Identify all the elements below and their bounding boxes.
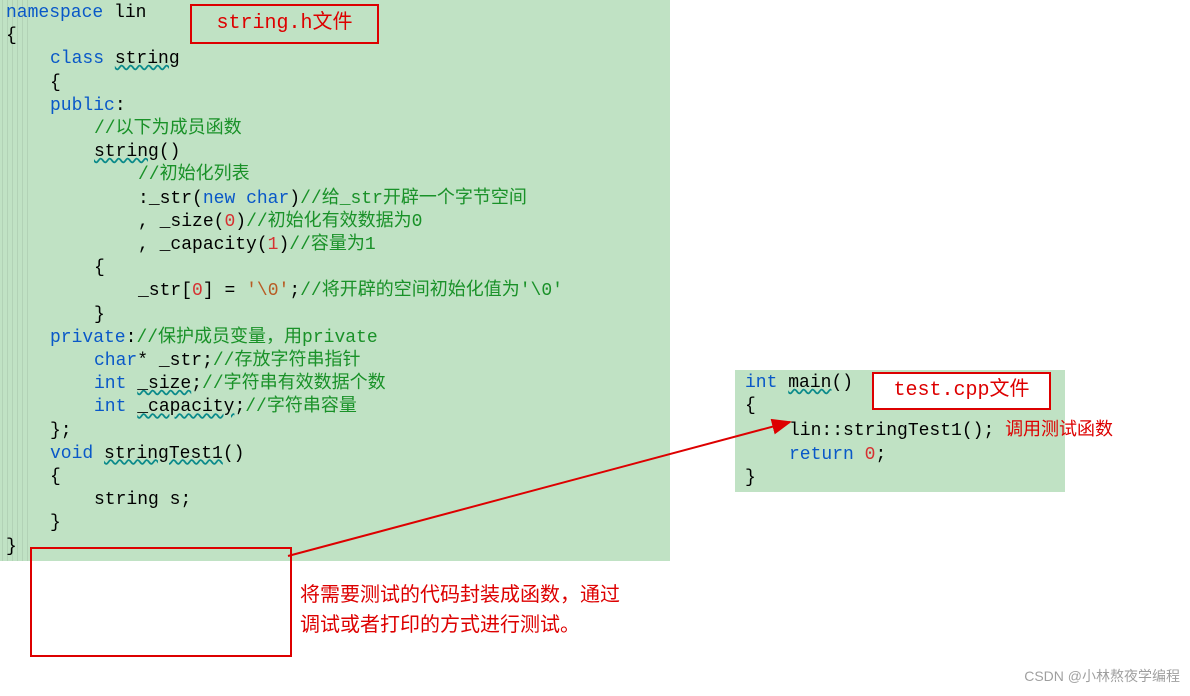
code-line: string s;	[6, 489, 664, 512]
code-line: }	[6, 536, 664, 559]
code-line: public:	[6, 95, 664, 118]
code-line: return 0;	[745, 444, 1059, 467]
code-line: }	[745, 467, 1059, 490]
inline-annotation: 调用测试函数	[1005, 419, 1113, 440]
code-line: lin::stringTest1(); 调用测试函数	[745, 418, 1059, 443]
code-line: }	[6, 304, 664, 327]
code-line: int _capacity;//字符串容量	[6, 396, 664, 419]
label-test-cpp: test.cpp文件	[872, 372, 1051, 410]
code-line: string()	[6, 141, 664, 164]
code-line: //初始化列表	[6, 164, 664, 187]
code-line: int _size;//字符串有效数据个数	[6, 373, 664, 396]
label-string-h: string.h文件	[190, 4, 379, 44]
code-line: {	[6, 257, 664, 280]
code-line: {	[6, 72, 664, 95]
highlight-stringtest1	[30, 547, 292, 657]
code-line: , _size(0)//初始化有效数据为0	[6, 211, 664, 234]
code-line: void stringTest1()	[6, 443, 664, 466]
watermark: CSDN @小林熬夜学编程	[1024, 665, 1180, 688]
code-line: //以下为成员函数	[6, 118, 664, 141]
code-line: };	[6, 420, 664, 443]
code-line: , _capacity(1)//容量为1	[6, 234, 664, 257]
code-line: }	[6, 512, 664, 535]
annotation-note-1: 将需要测试的代码封装成函数，通过	[300, 582, 620, 612]
code-line: {	[6, 466, 664, 489]
code-line: char* _str;//存放字符串指针	[6, 350, 664, 373]
code-line: class string	[6, 48, 664, 71]
annotation-note-2: 调试或者打印的方式进行测试。	[300, 612, 580, 642]
code-line: _str[0] = '\0';//将开辟的空间初始化值为'\0'	[6, 280, 664, 303]
code-block-string-h: namespace lin { class string { public: /…	[0, 0, 670, 561]
code-line: :_str(new char)//给_str开辟一个字节空间	[6, 188, 664, 211]
code-line: private://保护成员变量，用private	[6, 327, 664, 350]
